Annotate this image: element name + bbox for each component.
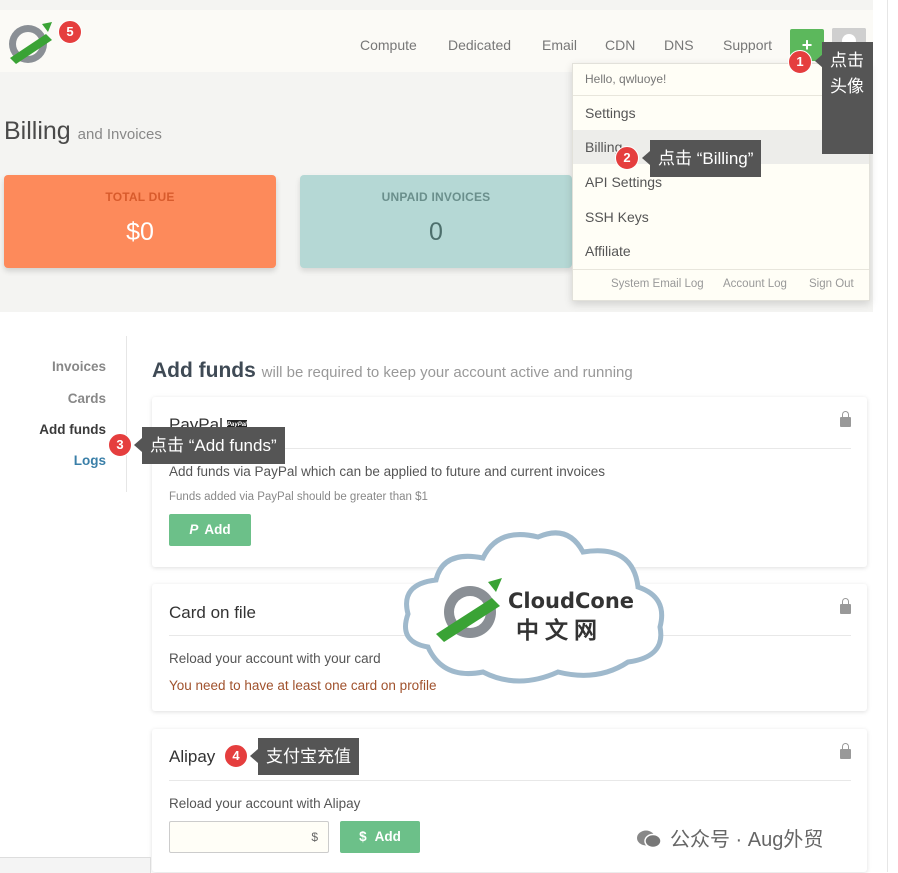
tooltip-arrow bbox=[642, 151, 650, 165]
lock-icon bbox=[840, 598, 851, 614]
unpaid-invoices-value: 0 bbox=[429, 218, 443, 246]
wechat-watermark-text: 公众号 · Aug外贸 bbox=[670, 829, 824, 851]
card-on-file-description: Reload your account with your card bbox=[169, 651, 381, 666]
dropdown-item-affiliate[interactable]: Affiliate bbox=[585, 243, 631, 259]
alipay-add-label: Add bbox=[374, 829, 401, 844]
nav-cdn[interactable]: CDN bbox=[605, 37, 635, 53]
section-title: Add funds will be required to keep your … bbox=[152, 359, 633, 383]
dropdown-sign-out[interactable]: Sign Out bbox=[809, 278, 854, 290]
annotation-tip-3: 点击 “Add funds” bbox=[142, 427, 285, 464]
dropdown-item-ssh-keys[interactable]: SSH Keys bbox=[585, 209, 649, 225]
dropdown-item-settings[interactable]: Settings bbox=[585, 105, 636, 121]
dropdown-account-log[interactable]: Account Log bbox=[723, 278, 787, 290]
sidebar-item-logs[interactable]: Logs bbox=[6, 453, 106, 468]
dropdown-divider bbox=[573, 269, 869, 270]
lock-icon bbox=[840, 743, 851, 759]
unpaid-invoices-card: UNPAID INVOICES 0 bbox=[300, 175, 572, 268]
watermark-title: CloudCone bbox=[508, 589, 634, 613]
lock-icon bbox=[840, 411, 851, 427]
paypal-note: Funds added via PayPal should be greater… bbox=[169, 491, 428, 503]
bottom-bar bbox=[0, 857, 151, 873]
alipay-amount-input[interactable]: $ bbox=[169, 821, 329, 853]
scrollbar-track[interactable] bbox=[887, 0, 888, 872]
paypal-icon: P bbox=[189, 522, 199, 537]
cloudcone-logo-icon[interactable] bbox=[6, 20, 58, 66]
page-subtitle: and Invoices bbox=[77, 126, 162, 143]
annotation-badge-2: 2 bbox=[615, 146, 639, 170]
nav-support[interactable]: Support bbox=[723, 37, 772, 53]
wechat-icon bbox=[637, 830, 662, 849]
card-on-file-warning: You need to have at least one card on pr… bbox=[169, 678, 437, 693]
nav-email[interactable]: Email bbox=[542, 37, 577, 53]
panel-divider bbox=[169, 780, 851, 781]
total-due-card: TOTAL DUE $0 bbox=[4, 175, 276, 268]
dropdown-system-email-log[interactable]: System Email Log bbox=[611, 278, 704, 290]
dropdown-greeting: Hello, qwluoye! bbox=[585, 72, 667, 86]
section-subtitle: will be required to keep your account ac… bbox=[261, 364, 633, 381]
nav-compute[interactable]: Compute bbox=[360, 37, 417, 53]
nav-dns[interactable]: DNS bbox=[664, 37, 694, 53]
annotation-tip-4: 支付宝充值 bbox=[258, 738, 359, 775]
nav-dedicated[interactable]: Dedicated bbox=[448, 37, 511, 53]
unpaid-invoices-label: UNPAID INVOICES bbox=[381, 190, 491, 204]
sidebar-item-add-funds[interactable]: Add funds bbox=[6, 422, 106, 437]
annotation-badge-4: 4 bbox=[224, 744, 248, 768]
page-title-text: Billing bbox=[4, 117, 71, 145]
watermark-subtitle: 中文网 bbox=[516, 617, 603, 644]
annotation-tip-1: 点击 头像 bbox=[822, 42, 873, 154]
sidebar-item-cards[interactable]: Cards bbox=[6, 391, 106, 406]
annotation-tip-2: 点击 “Billing” bbox=[650, 140, 762, 177]
annotation-badge-3: 3 bbox=[108, 433, 132, 457]
paypal-add-label: Add bbox=[204, 522, 231, 537]
cloudcone-watermark-logo: CloudCone 中文网 bbox=[403, 530, 665, 684]
card-on-file-title: Card on file bbox=[169, 603, 256, 622]
paypal-description: Add funds via PayPal which can be applie… bbox=[169, 464, 606, 479]
total-due-value: $0 bbox=[126, 218, 154, 246]
alipay-description: Reload your account with Alipay bbox=[169, 796, 361, 811]
annotation-badge-1: 1 bbox=[788, 50, 812, 74]
sidebar-divider bbox=[126, 336, 127, 492]
alipay-title: Alipay bbox=[169, 747, 216, 766]
currency-symbol: $ bbox=[311, 830, 318, 844]
page-title: Billing and Invoices bbox=[4, 117, 162, 146]
total-due-label: TOTAL DUE bbox=[105, 190, 175, 204]
section-title-text: Add funds bbox=[152, 359, 256, 382]
dollar-icon: $ bbox=[359, 829, 367, 844]
right-margin bbox=[873, 0, 898, 872]
tooltip-arrow bbox=[134, 438, 142, 452]
paypal-add-button[interactable]: P Add bbox=[169, 514, 251, 546]
wechat-watermark: 公众号 · Aug外贸 bbox=[636, 823, 823, 852]
annotation-badge-5: 5 bbox=[58, 20, 82, 44]
sidebar-item-invoices[interactable]: Invoices bbox=[6, 359, 106, 374]
alipay-add-button[interactable]: $ Add bbox=[340, 821, 420, 853]
tooltip-arrow bbox=[250, 749, 258, 763]
